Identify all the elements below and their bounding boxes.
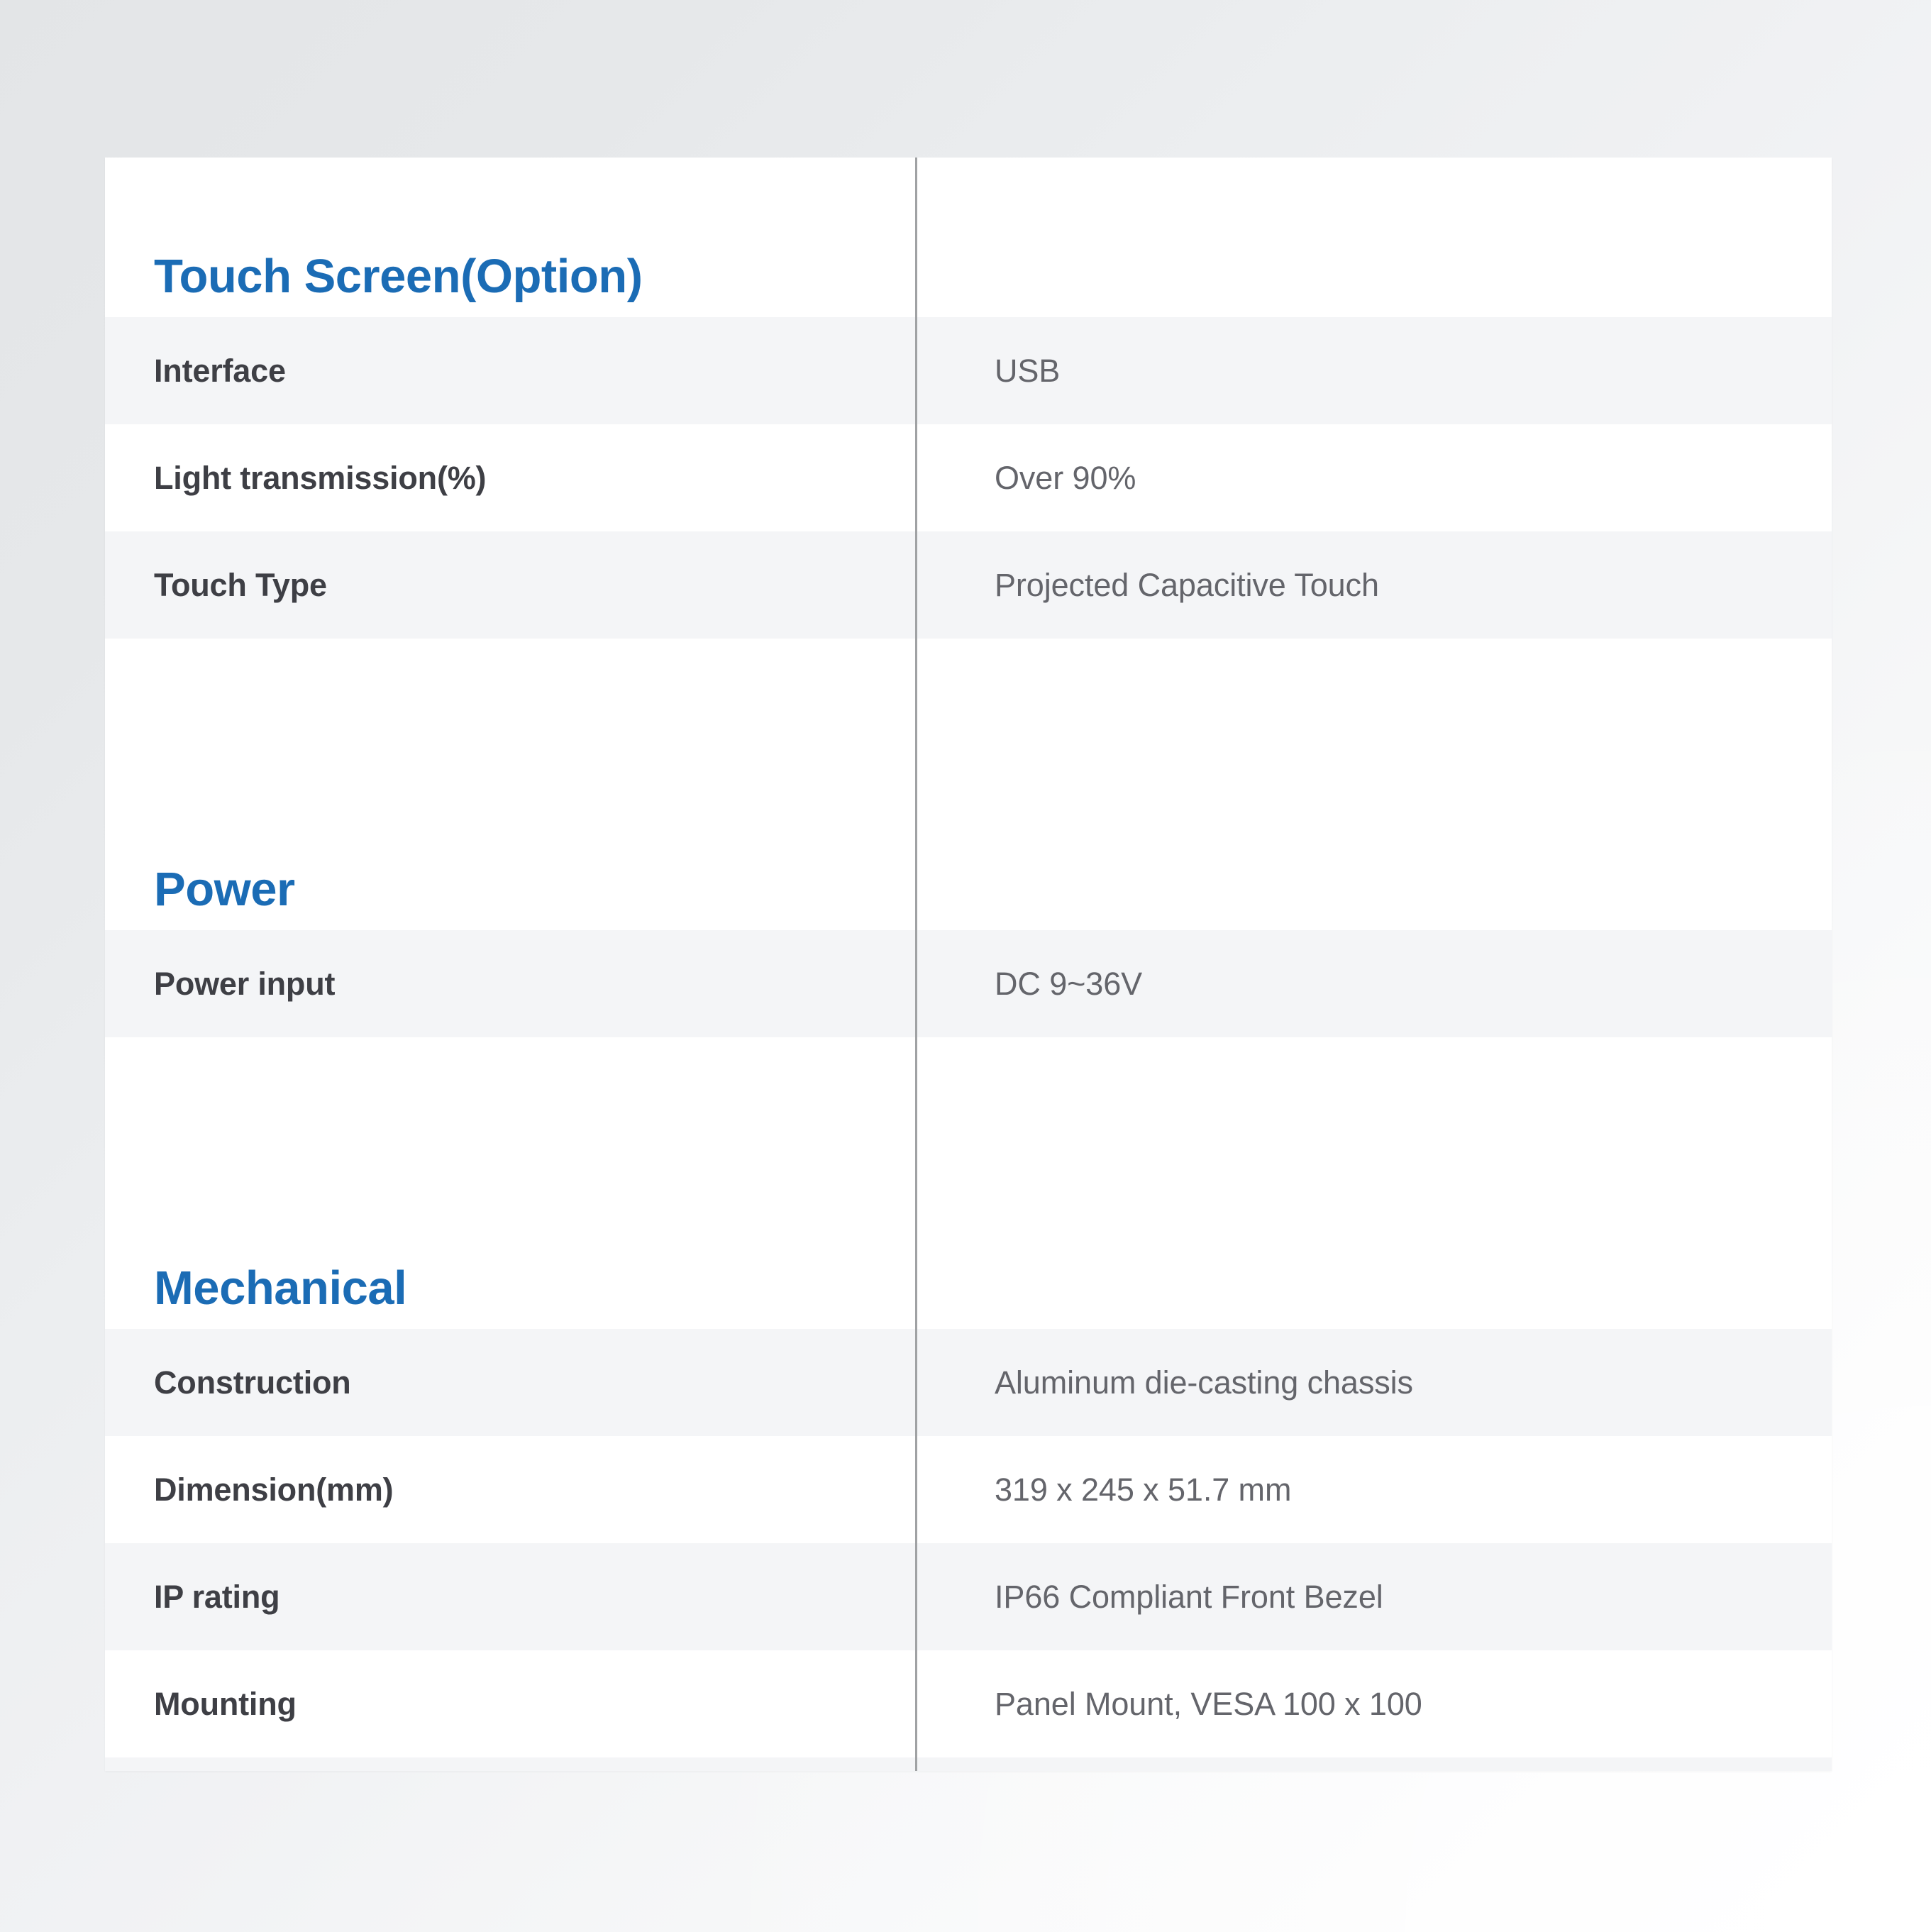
section-title-mechanical: Mechanical: [154, 1262, 407, 1315]
row-label-touch-type: Touch Type: [154, 566, 327, 603]
row-label-interface: Interface: [154, 352, 286, 389]
section-header-value-cell: [915, 316, 1832, 317]
row-value-light-transmission: Over 90%: [995, 459, 1136, 496]
section-header-row-mechanical: Mechanical: [105, 1169, 1832, 1329]
row-value-cell: Over 90%: [915, 460, 1832, 497]
section-header-row-power: Power: [105, 771, 1832, 930]
row-label-cell: Power input: [105, 966, 915, 1003]
row-value-cell: Aluminum die-casting chassis: [915, 1364, 1832, 1401]
row-label-mounting: Mounting: [154, 1685, 297, 1722]
row-label-light-transmission: Light transmission(%): [154, 459, 487, 496]
table-row: Net weight(Kgs) 2.8 Kg: [105, 1757, 1832, 1771]
section-header-label-cell: Mechanical: [105, 1264, 915, 1329]
column-divider: [915, 158, 917, 1771]
section-title-power: Power: [154, 863, 295, 916]
row-value-interface: USB: [995, 352, 1061, 389]
table-row: IP rating IP66 Compliant Front Bezel: [105, 1543, 1832, 1650]
spacer-label-cell: [105, 1103, 915, 1104]
row-label-cell: Construction: [105, 1364, 915, 1401]
section-spacer-power: [105, 639, 1832, 771]
spec-rows-container: Touch Screen(Option) Interface USB Light…: [105, 158, 1832, 1771]
section-header-row-touch-screen: Touch Screen(Option): [105, 158, 1832, 317]
section-spacer-mechanical: [105, 1037, 1832, 1169]
table-row: Light transmission(%) Over 90%: [105, 424, 1832, 531]
row-value-cell: Panel Mount, VESA 100 x 100: [915, 1686, 1832, 1723]
section-header-value-cell: [915, 1328, 1832, 1329]
table-row: Touch Type Projected Capacitive Touch: [105, 531, 1832, 639]
row-label-ip-rating: IP rating: [154, 1578, 280, 1615]
row-label-power-input: Power input: [154, 965, 336, 1002]
row-value-power-input: DC 9~36V: [995, 965, 1143, 1002]
row-label-cell: Touch Type: [105, 567, 915, 604]
row-label-cell: Mounting: [105, 1686, 915, 1723]
page-background: Touch Screen(Option) Interface USB Light…: [0, 0, 1931, 1932]
section-header-label-cell: Power: [105, 866, 915, 930]
row-value-cell: 319 x 245 x 51.7 mm: [915, 1472, 1832, 1508]
table-row: Power input DC 9~36V: [105, 930, 1832, 1037]
row-label-cell: Dimension(mm): [105, 1472, 915, 1508]
section-title-touch-screen: Touch Screen(Option): [154, 250, 643, 303]
section-header-label-cell: Touch Screen(Option): [105, 253, 915, 317]
row-value-touch-type: Projected Capacitive Touch: [995, 566, 1379, 603]
specification-card: Touch Screen(Option) Interface USB Light…: [105, 158, 1832, 1771]
row-label-cell: Interface: [105, 353, 915, 390]
row-value-mounting: Panel Mount, VESA 100 x 100: [995, 1685, 1422, 1722]
row-label-cell: Light transmission(%): [105, 460, 915, 497]
row-value-dimension: 319 x 245 x 51.7 mm: [995, 1471, 1292, 1508]
section-header-value-cell: [915, 929, 1832, 930]
row-value-construction: Aluminum die-casting chassis: [995, 1364, 1413, 1401]
row-value-cell: Projected Capacitive Touch: [915, 567, 1832, 604]
row-label-construction: Construction: [154, 1364, 351, 1401]
row-label-cell: IP rating: [105, 1579, 915, 1616]
row-value-cell: DC 9~36V: [915, 966, 1832, 1003]
row-value-cell: USB: [915, 353, 1832, 390]
table-row: Interface USB: [105, 317, 1832, 424]
row-value-ip-rating: IP66 Compliant Front Bezel: [995, 1578, 1383, 1615]
table-row: Mounting Panel Mount, VESA 100 x 100: [105, 1650, 1832, 1757]
row-value-cell: IP66 Compliant Front Bezel: [915, 1579, 1832, 1616]
spacer-value-cell: [915, 1103, 1832, 1104]
table-row: Dimension(mm) 319 x 245 x 51.7 mm: [105, 1436, 1832, 1543]
row-label-dimension: Dimension(mm): [154, 1471, 394, 1508]
table-row: Construction Aluminum die-casting chassi…: [105, 1329, 1832, 1436]
